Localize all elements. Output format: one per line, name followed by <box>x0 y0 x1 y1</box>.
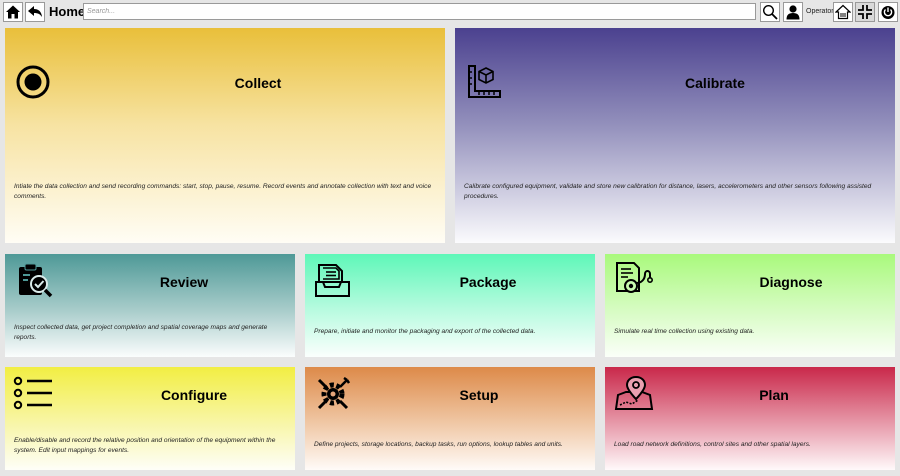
top-bar: Home Operator <box>0 0 900 24</box>
card-title: Diagnose <box>759 274 823 290</box>
card-description: Calibrate configured equipment, validate… <box>464 183 872 200</box>
package-card[interactable]: Package Prepare, initiate and monitor th… <box>305 254 595 357</box>
record-icon <box>16 65 50 99</box>
map-pin-icon <box>614 375 654 410</box>
card-description: Load road network definitions, control s… <box>614 441 811 448</box>
back-arrow-icon <box>28 6 42 17</box>
card-title: Collect <box>234 75 282 91</box>
diagnose-card[interactable]: Diagnose Simulate real time collection u… <box>605 254 895 357</box>
home-button[interactable] <box>3 2 23 22</box>
calibrate-card[interactable]: Calibrate Calibrate configured equipment… <box>455 28 895 243</box>
operator-label: Operator <box>806 8 834 15</box>
search-button[interactable] <box>760 2 780 22</box>
card-title: Setup <box>459 387 499 403</box>
home-outline-icon <box>835 4 851 20</box>
card-title: Configure <box>160 387 228 403</box>
diagnose-stethoscope-icon <box>616 262 653 293</box>
card-description: Enable/disable and record the relative p… <box>14 437 276 454</box>
calibration-ruler-icon <box>468 65 501 98</box>
review-card[interactable]: Review Inspect collected data, get proje… <box>5 254 295 357</box>
search-input[interactable] <box>83 3 756 20</box>
clipboard-check-icon <box>19 263 53 298</box>
package-inbox-icon <box>315 264 350 297</box>
home-outline-button[interactable] <box>833 2 853 22</box>
card-description: Intiate the data collection and send rec… <box>14 183 432 200</box>
back-button[interactable] <box>25 2 45 22</box>
user-button[interactable] <box>783 2 803 22</box>
power-icon <box>881 6 895 19</box>
collect-card[interactable]: Collect Intiate the data collection and … <box>5 28 445 243</box>
card-title: Calibrate <box>685 75 745 91</box>
page-title: Home <box>49 4 86 19</box>
card-description: Prepare, initiate and monitor the packag… <box>314 328 536 335</box>
user-icon <box>786 5 800 20</box>
settings-tools-icon <box>317 377 350 410</box>
power-button[interactable] <box>878 2 898 22</box>
search-icon <box>762 4 778 20</box>
card-title: Review <box>159 274 209 290</box>
home-icon <box>6 5 20 19</box>
setup-card[interactable]: Setup Define projects, storage locations… <box>305 367 595 470</box>
list-options-icon <box>13 376 52 410</box>
card-title: Package <box>459 274 517 290</box>
minimize-icon <box>858 5 872 19</box>
card-description: Inspect collected data, get project comp… <box>14 324 268 341</box>
minimize-button[interactable] <box>855 2 875 22</box>
configure-card[interactable]: Configure Enable/disable and record the … <box>5 367 295 470</box>
card-description: Define projects, storage locations, back… <box>314 441 563 448</box>
card-description: Simulate real time collection using exis… <box>614 328 755 335</box>
plan-card[interactable]: Plan Load road network definitions, cont… <box>605 367 895 470</box>
card-title: Plan <box>759 387 789 403</box>
